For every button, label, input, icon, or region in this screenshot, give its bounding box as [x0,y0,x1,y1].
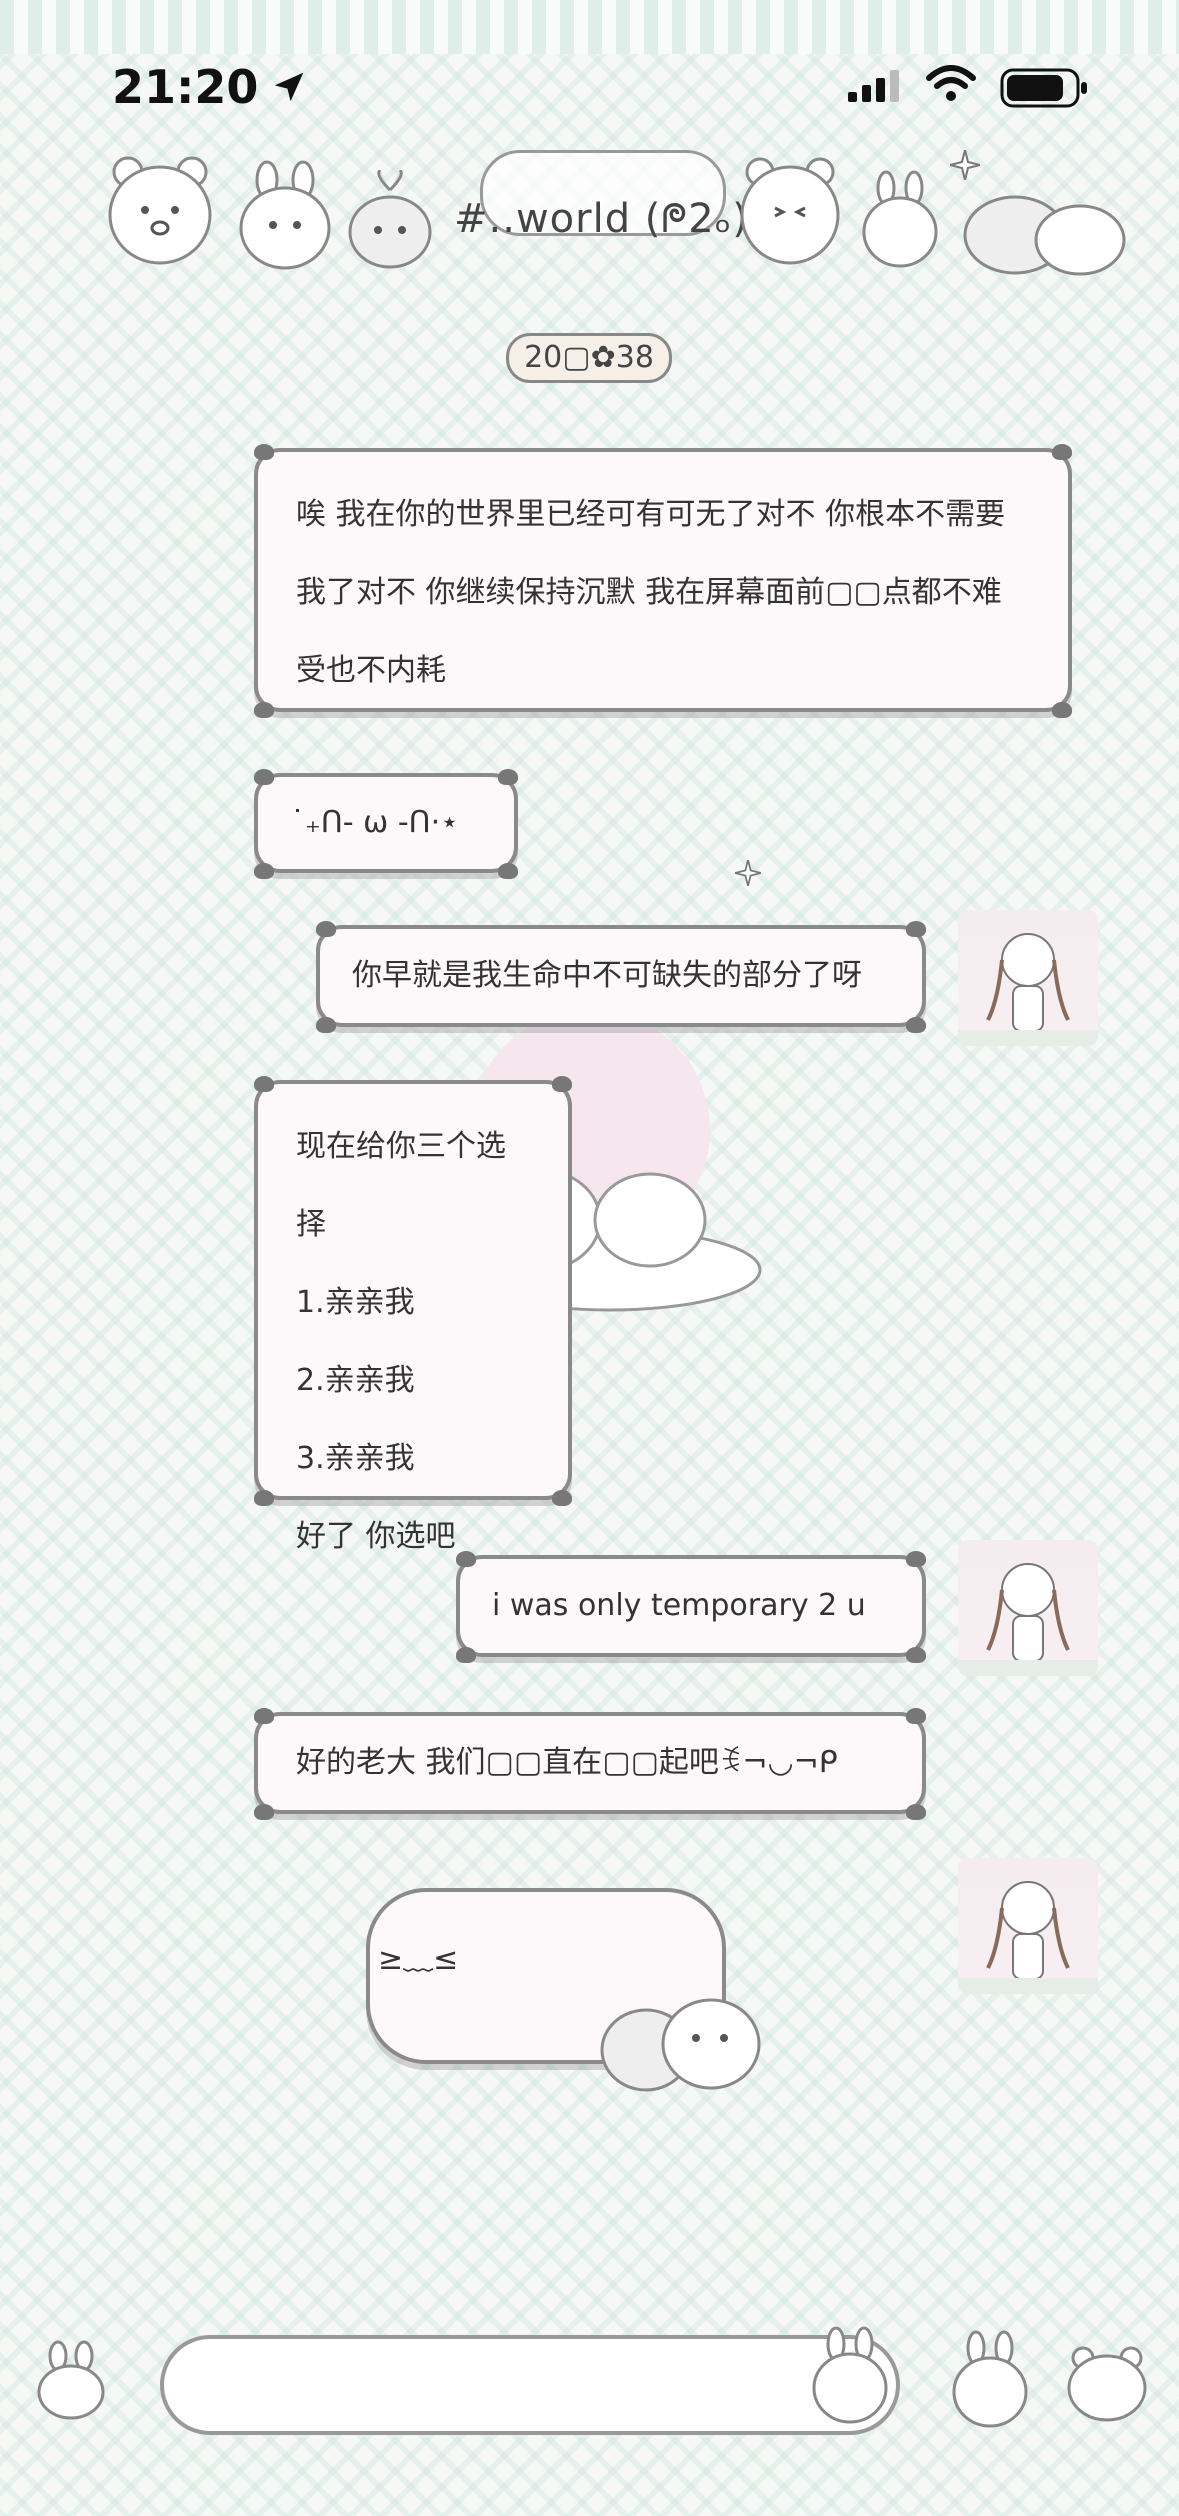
chat-header: #..world (ᖘ2ₒ) [0,130,1179,290]
rabbit-sticker-icon [812,2326,888,2424]
message-line: 现在给你三个选择 [296,1129,506,1242]
input-bar [0,2300,1179,2516]
message-bubble-incoming[interactable]: 好的老大 我们▢▢直在▢▢起吧ꉂ¬◡¬ᑭ [254,1708,926,1820]
location-arrow-icon [274,72,304,102]
message-line: 好的老大 我们▢▢直在▢▢起吧ꉂ¬◡¬ᑭ [296,1745,838,1780]
status-time: 21:20 [112,60,259,114]
message-line: 3.亲亲我 [296,1441,415,1476]
bear-pair-sticker-icon [963,195,1126,276]
signal-bars-icon [848,70,899,102]
message-timestamp: 20▢✿38 [506,333,672,383]
message-line: 你早就是我生命中不可缺失的部分了呀 [352,958,862,993]
girl-avatar-icon [958,1881,1098,1994]
message-line: 受也不内耗 [296,653,446,688]
message-line: i was only temporary 2 u [492,1588,866,1623]
user-avatar[interactable] [958,1540,1098,1676]
sprout-sticker-icon [348,170,432,269]
wifi-icon [926,65,976,101]
chat-title[interactable]: #..world (ᖘ2ₒ) [454,196,749,242]
bear-pair-sticker-icon [600,1998,761,2092]
message-bubble-incoming[interactable]: ˙₊ᑎ- ω -ᑎ·⋆ [254,769,518,879]
rabbit-sticker-icon [862,170,938,268]
bear-sticker-icon [108,156,212,265]
message-input[interactable] [160,2335,900,2435]
message-line: 2.亲亲我 [296,1363,415,1398]
rabbit-sticker-icon [239,160,331,270]
message-bubble-incoming[interactable]: 现在给你三个选择 1.亲亲我 2.亲亲我 3.亲亲我 好了 你选吧 [254,1076,572,1554]
message-bubble-outgoing[interactable]: i was only temporary 2 u [456,1551,926,1663]
message-line: 1.亲亲我 [296,1285,415,1320]
sparkle-icon [735,860,761,886]
status-bar: 21:20 [0,54,1179,124]
girl-avatar-icon [958,933,1098,1046]
message-line: ˙₊ᑎ- ω -ᑎ·⋆ [290,805,459,840]
sparkle-icon [950,150,980,180]
bear-sticker-icon [740,157,840,265]
top-stripe-decoration [0,0,1179,54]
voice-rabbit-icon[interactable] [36,2340,106,2420]
message-bubble-incoming[interactable]: 唉 我在你的世界里已经可有可无了对不 你根本不需要 我了对不 你继续保持沉默 我… [254,444,1072,718]
battery-icon [1000,68,1087,108]
emoji-rabbit-icon[interactable] [950,2330,1030,2430]
message-bubble-outgoing[interactable]: 你早就是我生命中不可缺失的部分了呀 [316,921,926,1033]
user-avatar[interactable] [958,1858,1098,1994]
message-line: 唉 我在你的世界里已经可有可无了对不 你根本不需要 [296,497,1006,532]
more-bear-icon[interactable] [1065,2340,1149,2424]
girl-avatar-icon [958,1563,1098,1676]
user-avatar[interactable] [958,910,1098,1046]
message-line: 我了对不 你继续保持沉默 我在屏幕面前▢▢点都不难 [296,575,1002,610]
